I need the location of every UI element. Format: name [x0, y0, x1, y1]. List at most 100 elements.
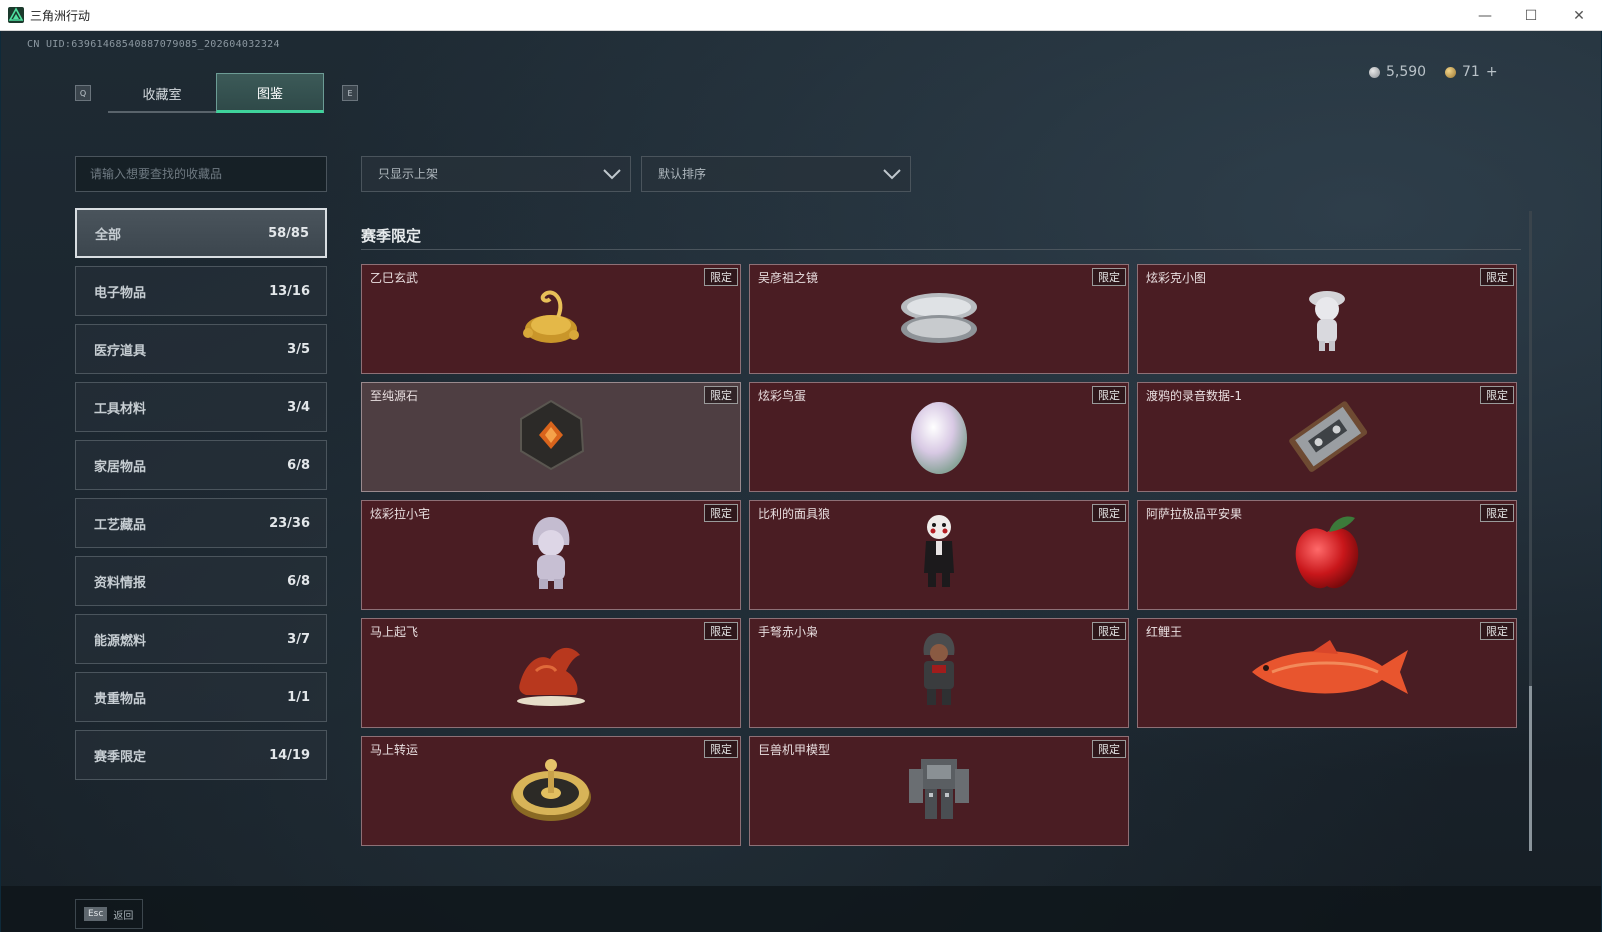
esc-key-icon: Esc	[84, 907, 108, 921]
silver-currency: 5,590	[1369, 64, 1426, 80]
tab-catalog[interactable]: 图鉴	[216, 73, 324, 113]
collection-screen: CN UID:6396146854088707908​5_20260403232…	[0, 31, 1602, 932]
search-input[interactable]: 请输入想要查找的收藏品	[75, 156, 327, 192]
red-apple-icon	[1295, 516, 1359, 589]
close-icon[interactable]: ✕	[1556, 0, 1602, 31]
silver-amount: 5,590	[1386, 64, 1427, 80]
limited-tag: 限定	[704, 504, 738, 522]
category-all[interactable]: 全部 58/85	[75, 208, 327, 258]
golden-disc-icon	[511, 759, 591, 821]
golden-dragon-turtle-icon	[523, 290, 579, 343]
limited-tag: 限定	[1480, 504, 1514, 522]
limited-tag: 限定	[1092, 740, 1126, 758]
limited-tag: 限定	[1092, 386, 1126, 404]
shelf-filter-dropdown[interactable]: 只显示上架	[361, 156, 631, 192]
item-name: 炫彩鸟蛋	[758, 389, 807, 403]
item-card[interactable]: 炫彩克小图 限定	[1137, 264, 1517, 374]
item-name: 乙巳玄武	[370, 271, 419, 285]
scrollbar-thumb[interactable]	[1529, 686, 1532, 851]
top-tabs: 收藏室 图鉴	[108, 73, 324, 113]
item-name: 马上起飞	[370, 625, 419, 639]
limited-tag: 限定	[704, 622, 738, 640]
category-electronics[interactable]: 电子物品 13/16	[75, 266, 327, 316]
item-name: 马上转运	[370, 743, 419, 757]
item-card[interactable]: 乙巳玄武 限定	[361, 264, 741, 374]
hooded-figurine-icon	[532, 517, 570, 589]
iridescent-egg-icon	[911, 402, 967, 474]
category-household[interactable]: 家居物品 6/8	[75, 440, 327, 490]
hooded-soldier-icon	[923, 633, 955, 705]
item-name: 手弩赤小枭	[758, 625, 819, 639]
category-crafts[interactable]: 工艺藏品 23/36	[75, 498, 327, 548]
item-name: 吴彦祖之镜	[758, 271, 819, 285]
silver-coin-icon	[1369, 66, 1380, 78]
maximize-icon[interactable]: ☐	[1508, 0, 1554, 31]
limited-tag: 限定	[1092, 504, 1126, 522]
section-title: 赛季限定	[361, 227, 422, 245]
compact-mirror-icon	[901, 293, 977, 343]
bottom-bar	[1, 886, 1601, 932]
limited-tag: 限定	[1480, 386, 1514, 404]
item-card[interactable]: 马上起飞 限定	[361, 618, 741, 728]
item-card[interactable]: 比利的面具狼 限定	[749, 500, 1129, 610]
app-logo-icon	[8, 7, 24, 23]
item-name: 渡鸦的录音数据-1	[1146, 389, 1242, 403]
item-card[interactable]: 炫彩拉小宅 限定	[361, 500, 741, 610]
limited-tag: 限定	[1092, 268, 1126, 286]
chevron-down-icon	[603, 169, 621, 180]
category-intel[interactable]: 资料情报 6/8	[75, 556, 327, 606]
app-window: 三角洲行动 — ☐ ✕ CN UID:6396146854088707908​5…	[0, 0, 1602, 932]
mech-model-icon	[909, 759, 969, 819]
item-card[interactable]: 吴彦祖之镜 限定	[749, 264, 1129, 374]
item-card[interactable]: 渡鸦的录音数据-1 限定	[1137, 382, 1517, 492]
item-name: 阿萨拉极品平安果	[1146, 507, 1243, 521]
item-name: 比利的面具狼	[758, 507, 831, 521]
back-label: 返回	[113, 910, 134, 922]
window-title: 三角洲行动	[30, 9, 91, 23]
white-figurine-icon	[1309, 291, 1345, 351]
category-tools[interactable]: 工具材料 3/4	[75, 382, 327, 432]
gold-coin-icon	[1445, 66, 1456, 78]
limited-tag: 限定	[704, 268, 738, 286]
horse-statue-icon	[517, 647, 585, 706]
category-seasonal[interactable]: 赛季限定 14/19	[75, 730, 327, 780]
sort-value: 默认排序	[658, 167, 707, 181]
next-tab-key[interactable]: E	[342, 85, 358, 101]
title-bar: 三角洲行动 — ☐ ✕	[0, 0, 1602, 31]
section-divider	[361, 249, 1521, 250]
puppet-doll-icon	[924, 515, 954, 587]
gold-currency: 71 +	[1445, 64, 1498, 80]
item-name: 巨兽机甲模型	[758, 743, 831, 757]
item-card[interactable]: 马上转运 限定	[361, 736, 741, 846]
chevron-down-icon	[883, 169, 901, 180]
minimize-icon[interactable]: —	[1462, 0, 1508, 31]
item-name: 红鲤王	[1146, 625, 1183, 639]
tab-collection-room[interactable]: 收藏室	[108, 73, 216, 113]
item-card[interactable]: 至纯源石 限定	[361, 382, 741, 492]
limited-tag: 限定	[1480, 622, 1514, 640]
item-card[interactable]: 巨兽机甲模型 限定	[749, 736, 1129, 846]
cassette-tape-icon	[1289, 401, 1368, 472]
item-card[interactable]: 阿萨拉极品平安果 限定	[1137, 500, 1517, 610]
item-name: 炫彩拉小宅	[370, 507, 431, 521]
item-card[interactable]: 手弩赤小枭 限定	[749, 618, 1129, 728]
limited-tag: 限定	[1480, 268, 1514, 286]
item-name: 至纯源石	[370, 389, 419, 403]
back-button[interactable]: Esc 返回	[75, 899, 143, 929]
limited-tag: 限定	[704, 740, 738, 758]
item-card[interactable]: 炫彩鸟蛋 限定	[749, 382, 1129, 492]
category-medical[interactable]: 医疗道具 3/5	[75, 324, 327, 374]
gold-amount: 71	[1462, 64, 1480, 80]
add-currency-button[interactable]: +	[1486, 64, 1498, 80]
shelf-filter-value: 只显示上架	[378, 167, 439, 181]
user-uid: CN UID:6396146854088707908​5_20260403232…	[27, 39, 280, 50]
limited-tag: 限定	[704, 386, 738, 404]
item-card[interactable]: 红鲤王 限定	[1137, 618, 1517, 728]
red-carp-icon	[1252, 640, 1408, 694]
category-energy[interactable]: 能源燃料 3/7	[75, 614, 327, 664]
prev-tab-key[interactable]: Q	[75, 85, 91, 101]
category-valuables[interactable]: 贵重物品 1/1	[75, 672, 327, 722]
sort-dropdown[interactable]: 默认排序	[641, 156, 911, 192]
dark-crystal-icon	[520, 399, 585, 471]
item-name: 炫彩克小图	[1146, 271, 1207, 285]
